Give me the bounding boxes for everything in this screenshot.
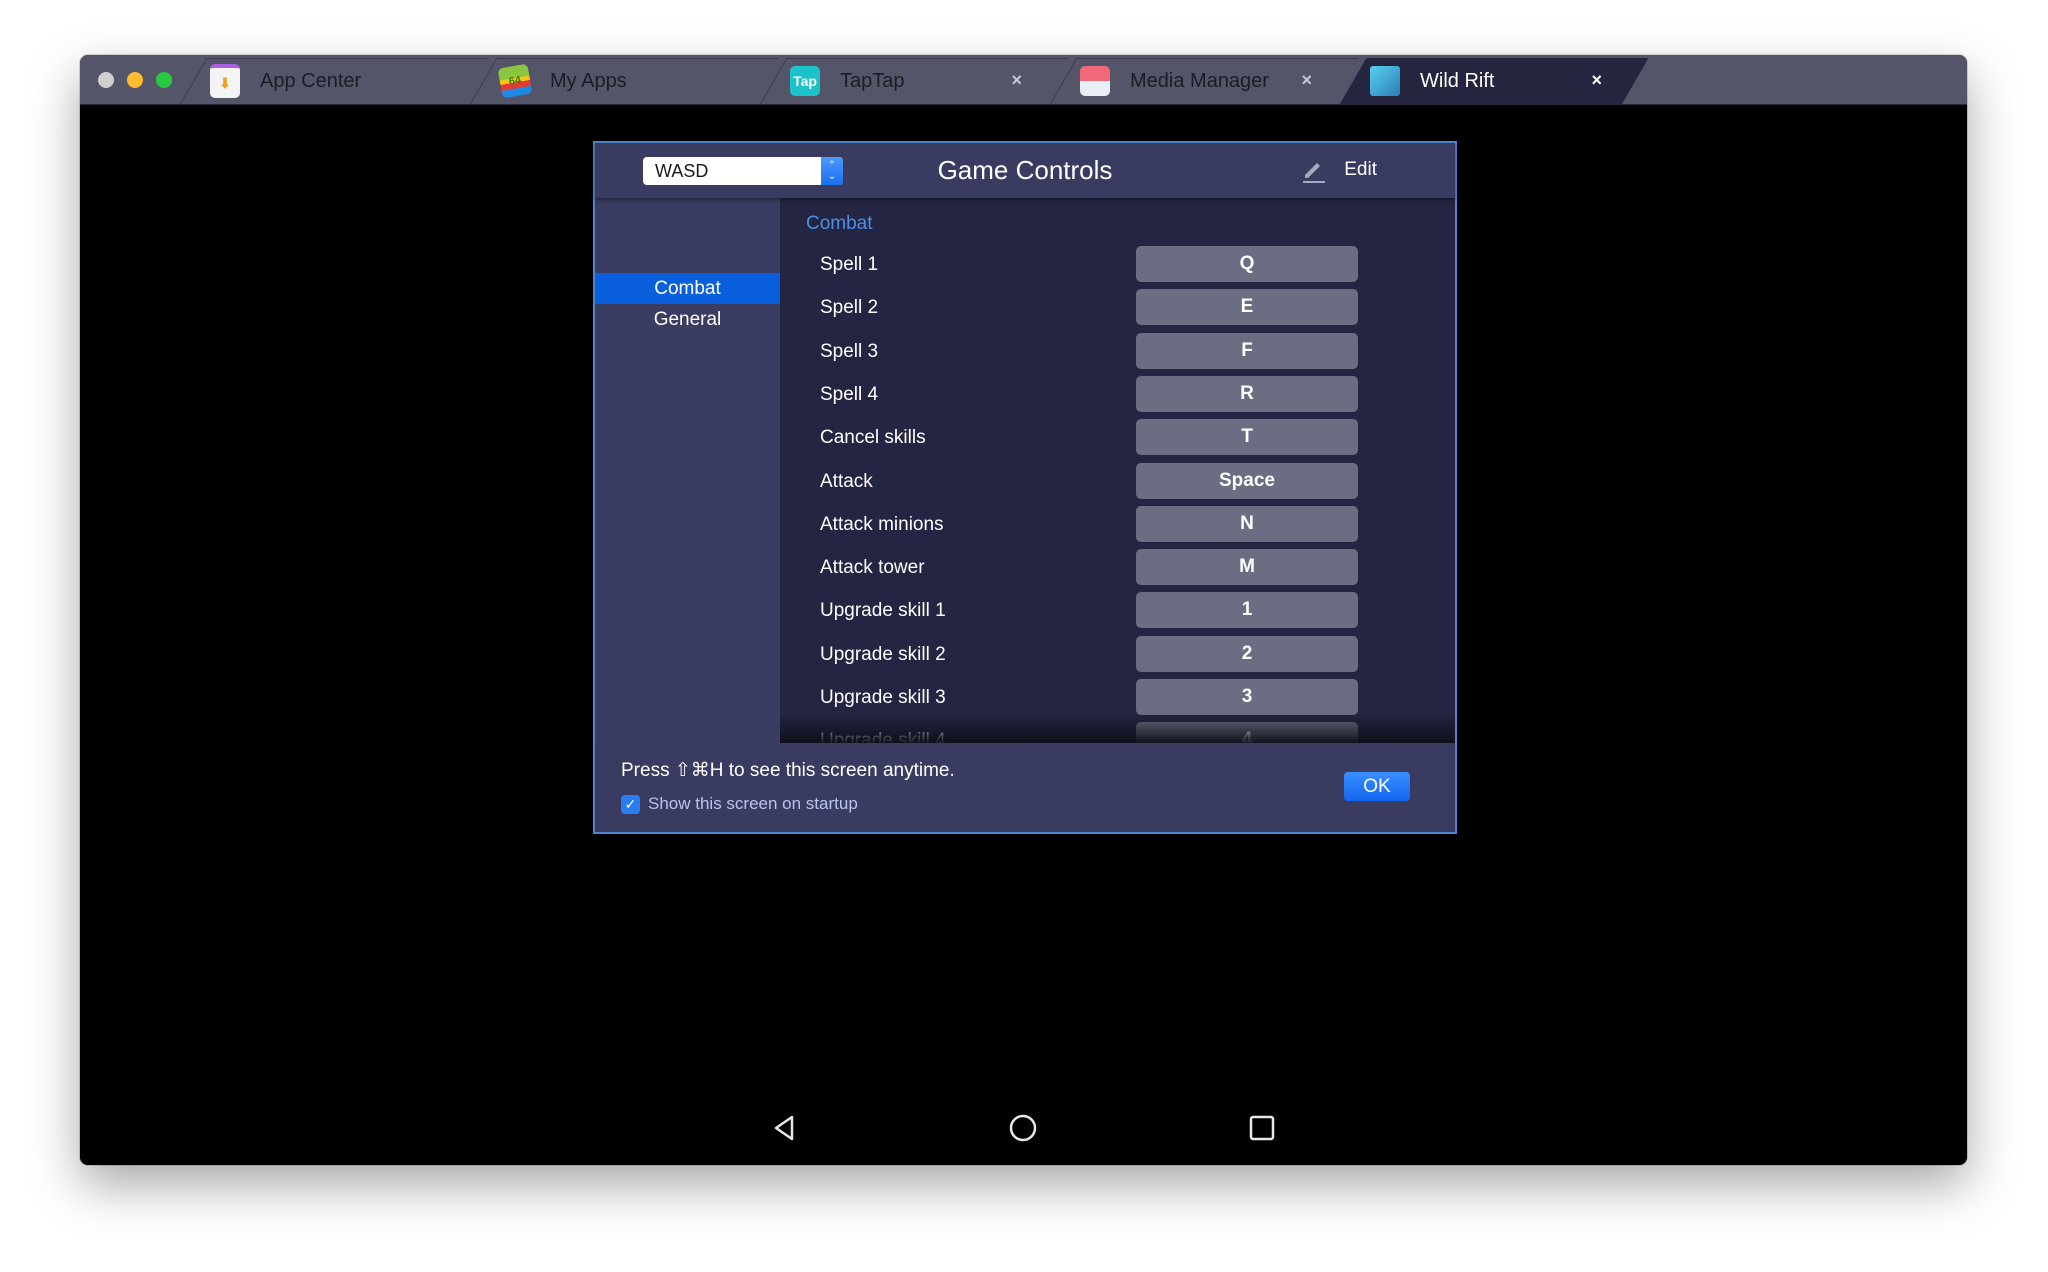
window-minimize-button[interactable]: [127, 72, 143, 88]
scroll-fade: [780, 713, 1455, 743]
sidebar-item-combat[interactable]: Combat: [595, 273, 780, 304]
binding-action-label: Attack minions: [820, 513, 944, 535]
window-close-button[interactable]: [98, 72, 114, 88]
binding-action-label: Cancel skills: [820, 427, 926, 449]
binding-row: Spell 4 R: [780, 375, 1455, 412]
wild-rift-icon: [1370, 66, 1400, 96]
tab-label: TapTap: [840, 69, 905, 92]
binding-key-button[interactable]: 1: [1136, 592, 1358, 629]
binding-action-label: Spell 1: [820, 254, 879, 275]
section-title: Combat: [806, 213, 873, 234]
checkbox-check-icon[interactable]: ✓: [621, 794, 640, 814]
home-icon[interactable]: [1008, 1113, 1038, 1143]
taptap-icon: Tap: [790, 66, 820, 96]
binding-row: Attack Space: [780, 462, 1455, 499]
binding-row: Upgrade skill 2 2: [780, 635, 1455, 672]
tab-close-icon[interactable]: ×: [1011, 70, 1022, 91]
tab-taptap[interactable]: Tap TapTap ×: [760, 58, 1069, 104]
binding-action-label: Attack: [820, 470, 873, 492]
binding-action-label: Attack tower: [820, 557, 925, 579]
category-sidebar: Combat General: [595, 198, 780, 743]
android-nav-bar: [80, 1105, 1967, 1165]
tab-wild-rift[interactable]: Wild Rift ×: [1340, 58, 1649, 104]
app-window: ⬇ App Center 64 My Apps Tap TapTap × Med…: [80, 55, 1967, 1165]
edit-label: Edit: [1344, 159, 1377, 180]
binding-key-button[interactable]: R: [1136, 375, 1358, 412]
binding-row: Spell 1 Q: [780, 246, 1455, 282]
binding-row: Attack tower M: [780, 549, 1455, 586]
binding-action-label: Upgrade skill 3: [820, 687, 946, 708]
tab-app-center[interactable]: ⬇ App Center: [180, 58, 489, 104]
back-icon[interactable]: [770, 1113, 800, 1143]
tab-label: Media Manager: [1130, 69, 1269, 92]
binding-key-button[interactable]: 3: [1136, 679, 1358, 715]
binding-row: Spell 3 F: [780, 332, 1455, 369]
show-on-startup-checkbox[interactable]: ✓ Show this screen on startup: [621, 794, 858, 814]
dialog-footer: Press ⇧⌘H to see this screen anytime. ✓ …: [595, 743, 1455, 832]
tab-close-icon[interactable]: ×: [1301, 70, 1312, 91]
binding-key-button[interactable]: F: [1136, 332, 1358, 369]
binding-action-label: Spell 4: [820, 383, 879, 405]
app-center-icon: ⬇: [210, 64, 240, 98]
game-controls-dialog: WASD ⌃ ⌄ Game Controls Edit Combat Gener…: [593, 141, 1457, 834]
shortcut-hint: Press ⇧⌘H to see this screen anytime.: [621, 760, 955, 781]
binding-key-button[interactable]: N: [1136, 505, 1358, 542]
binding-key-button[interactable]: T: [1136, 419, 1358, 456]
binding-row: Cancel skills T: [780, 419, 1455, 456]
binding-row: Attack minions N: [780, 505, 1455, 542]
binding-action-label: Spell 2: [820, 297, 879, 319]
tab-label: App Center: [260, 69, 362, 92]
media-manager-icon: [1080, 66, 1110, 96]
tab-bar: ⬇ App Center 64 My Apps Tap TapTap × Med…: [80, 55, 1967, 105]
ok-button[interactable]: OK: [1344, 772, 1410, 801]
binding-action-label: Spell 3: [820, 340, 879, 362]
tab-my-apps[interactable]: 64 My Apps: [470, 58, 779, 104]
binding-row: Upgrade skill 1 1: [780, 592, 1455, 629]
bindings-list[interactable]: Combat Spell 1 Q Spell 2 E Spell 3 F Spell 4RC…: [780, 198, 1455, 743]
binding-action-label: Upgrade skill 1: [820, 600, 946, 622]
sidebar-item-general[interactable]: General: [595, 304, 780, 335]
binding-row: Spell 2 E: [780, 289, 1455, 326]
binding-row: Upgrade skill 3 3: [780, 679, 1455, 715]
dialog-header: WASD ⌃ ⌄ Game Controls Edit: [595, 143, 1455, 198]
tab-close-icon[interactable]: ×: [1591, 70, 1602, 91]
checkbox-label: Show this screen on startup: [648, 794, 858, 813]
tab-label: Wild Rift: [1420, 69, 1495, 92]
window-maximize-button[interactable]: [156, 72, 172, 88]
edit-button[interactable]: Edit: [1300, 157, 1377, 183]
my-apps-icon: 64: [497, 63, 533, 99]
recents-icon[interactable]: [1247, 1113, 1277, 1143]
binding-action-label: Upgrade skill 2: [820, 643, 946, 665]
binding-key-button[interactable]: E: [1136, 289, 1358, 326]
binding-key-button[interactable]: Q: [1136, 246, 1358, 282]
pencil-icon: [1303, 163, 1326, 183]
emulator-screen: WASD ⌃ ⌄ Game Controls Edit Combat Gener…: [80, 105, 1967, 1165]
binding-key-button[interactable]: M: [1136, 549, 1358, 586]
tab-media-manager[interactable]: Media Manager ×: [1050, 58, 1359, 104]
binding-key-button[interactable]: 2: [1136, 635, 1358, 672]
tab-label: My Apps: [550, 69, 627, 92]
binding-key-button[interactable]: Space: [1136, 462, 1358, 499]
